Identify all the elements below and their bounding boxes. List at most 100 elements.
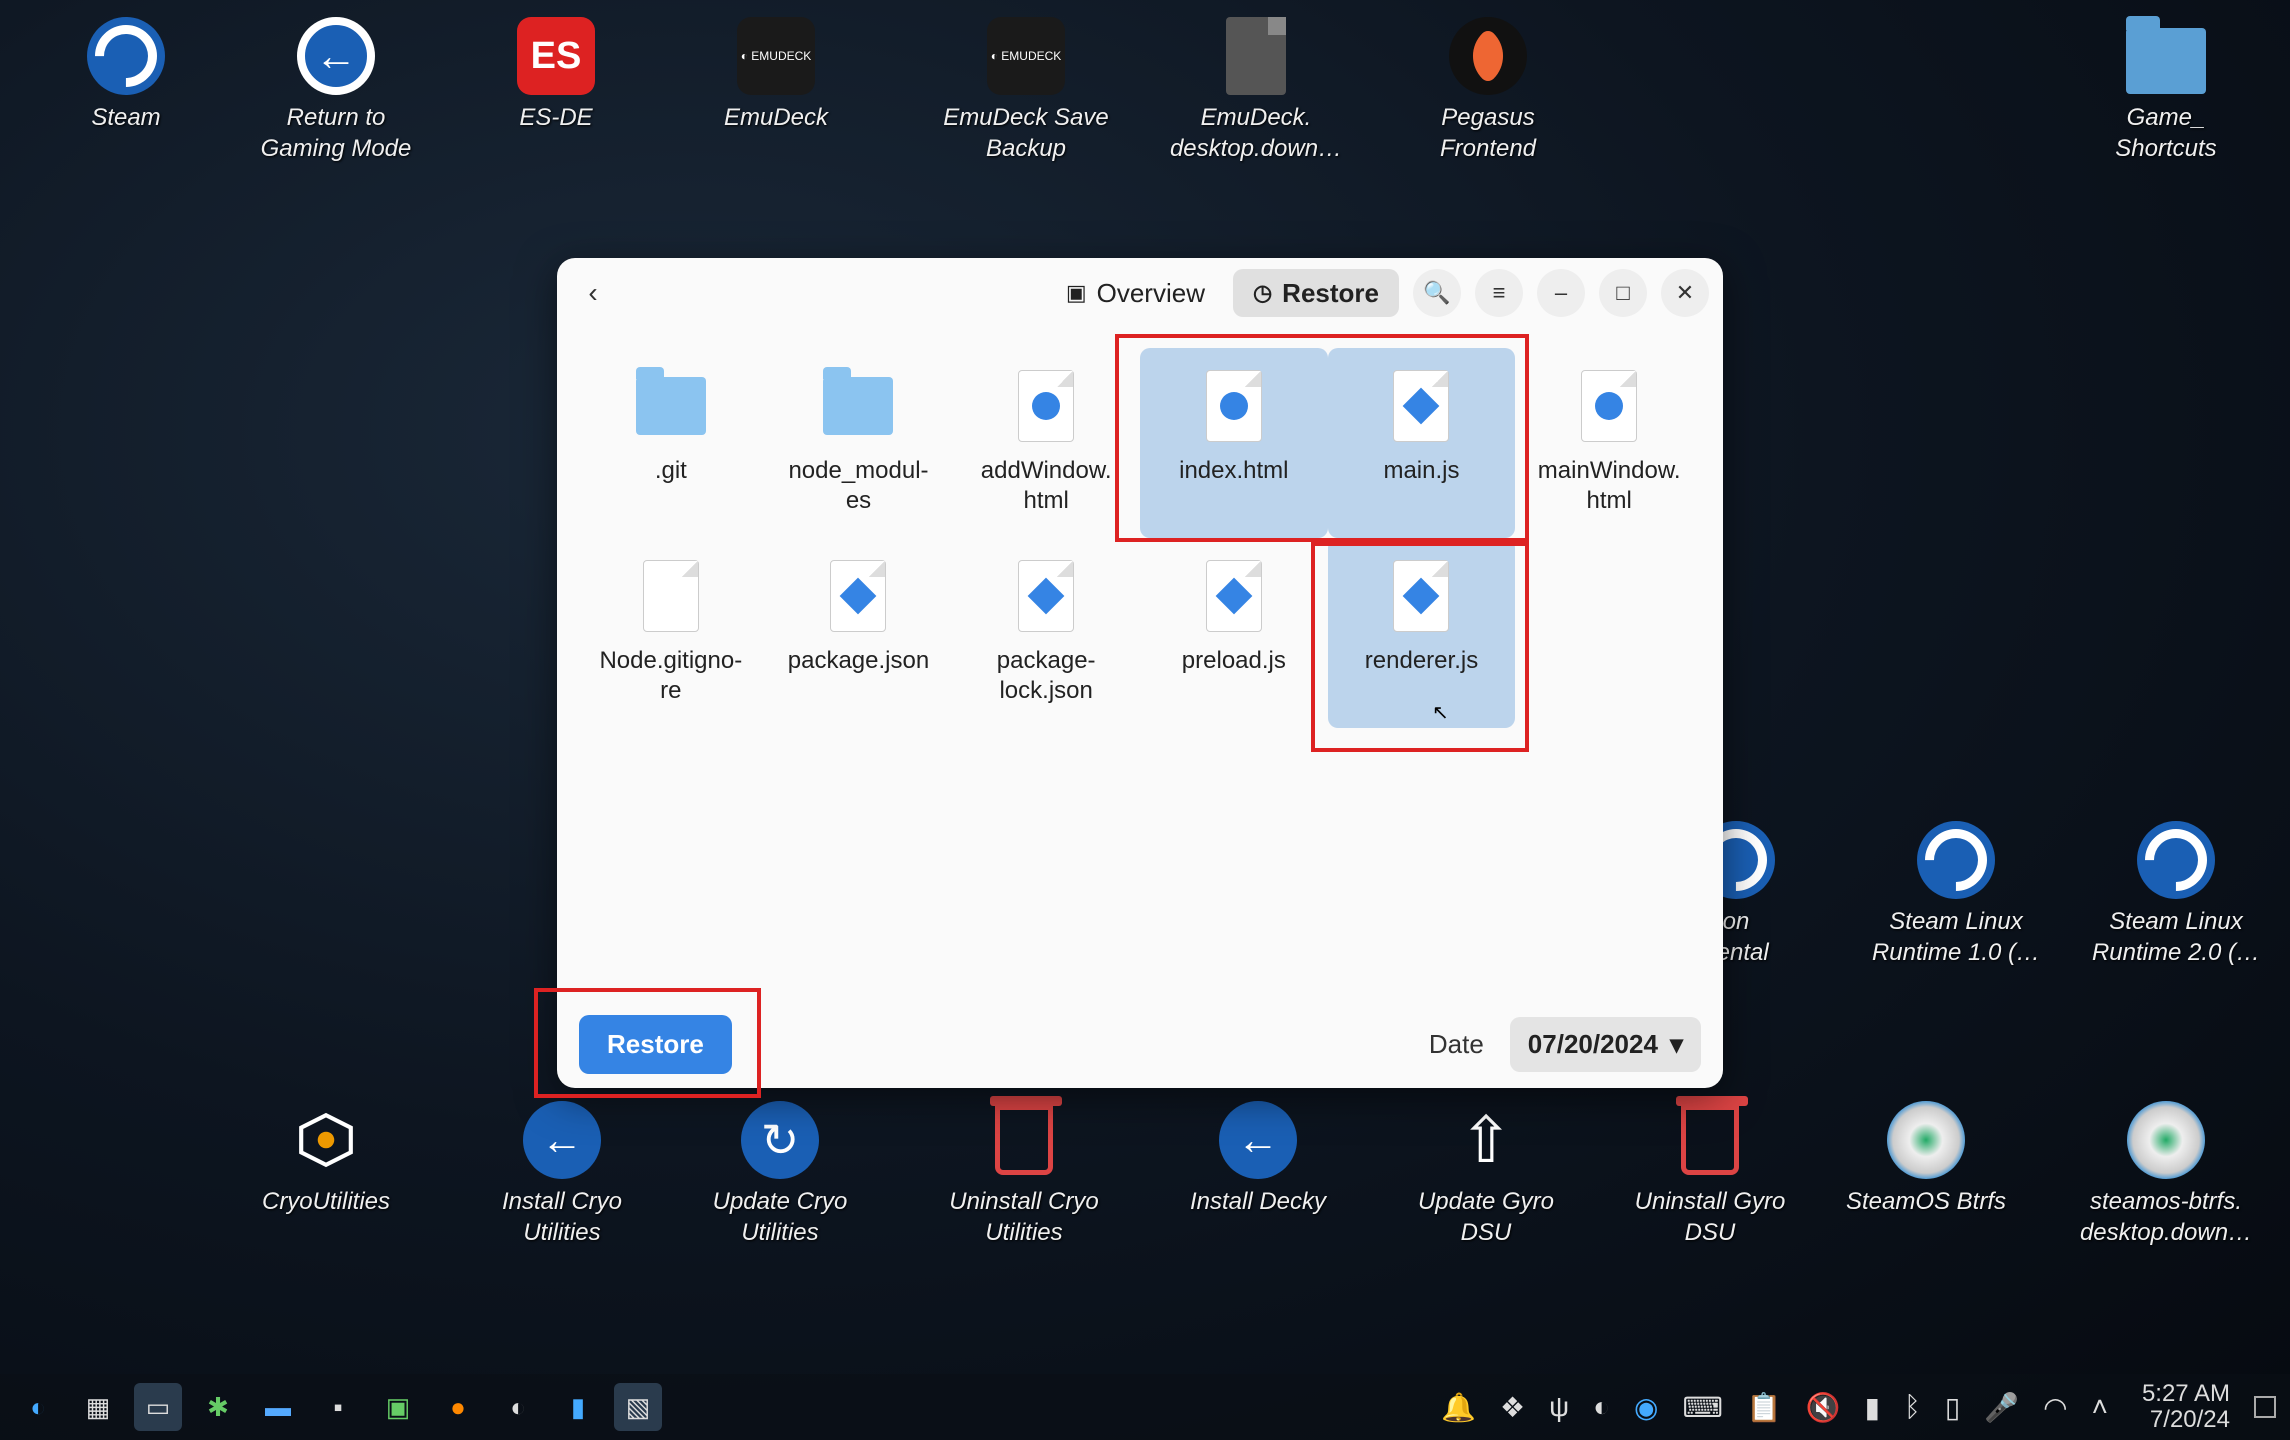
- file-preload-js[interactable]: preload.js: [1140, 538, 1328, 728]
- icon-game-shortcuts[interactable]: Game_ Shortcuts: [2066, 16, 2266, 164]
- tb-start[interactable]: ◐: [14, 1383, 62, 1431]
- dialog-header: ‹ ▣Overview ◷ Restore 🔍 ≡ – □ ✕: [557, 258, 1723, 328]
- tb-steam[interactable]: ◐: [494, 1383, 542, 1431]
- icon-return-gaming[interactable]: Return to Gaming Mode: [236, 16, 436, 164]
- battery-icon[interactable]: ▮: [1865, 1391, 1880, 1424]
- tb-app3[interactable]: ▮: [554, 1383, 602, 1431]
- volume-muted-icon[interactable]: 🔇: [1806, 1391, 1841, 1424]
- chevron-down-icon: ▾: [1670, 1029, 1683, 1060]
- restore-button[interactable]: Restore: [579, 1015, 732, 1074]
- file-git[interactable]: .git: [577, 348, 765, 538]
- restore-icon: ◷: [1253, 280, 1272, 306]
- overview-icon: ▣: [1066, 280, 1087, 306]
- icon-steamos-btrfs-down[interactable]: steamos-btrfs. desktop.down…: [2066, 1100, 2266, 1248]
- minimize-icon: –: [1555, 280, 1567, 306]
- dropbox-icon[interactable]: ❖: [1500, 1391, 1525, 1424]
- date-picker[interactable]: 07/20/2024▾: [1510, 1017, 1701, 1072]
- icon-es-de[interactable]: ESES-DE: [456, 16, 656, 133]
- clock-time: 5:27 AM: [2142, 1381, 2230, 1407]
- tb-firefox[interactable]: ●: [434, 1383, 482, 1431]
- steam-logo-icon: ◐: [30, 1392, 46, 1423]
- icon-uninstall-gyro[interactable]: Uninstall Gyro DSU: [1610, 1100, 1810, 1248]
- file-label: .git: [655, 456, 687, 486]
- terminal-icon: ▪: [333, 1392, 342, 1423]
- dialog-footer: Restore Date 07/20/2024▾: [557, 1000, 1723, 1088]
- icon-update-gyro[interactable]: ⇧Update Gyro DSU: [1386, 1100, 1586, 1248]
- update-icon[interactable]: ◉: [1634, 1391, 1658, 1424]
- clock-date: 7/20/24: [2142, 1407, 2230, 1433]
- icon-update-cryo[interactable]: Update Cryo Utilities: [680, 1100, 880, 1248]
- usb-icon[interactable]: ▯: [1945, 1391, 1960, 1424]
- bluetooth-icon[interactable]: ᛒ: [1904, 1391, 1921, 1423]
- tb-files[interactable]: ▬: [254, 1383, 302, 1431]
- steam-icon: ◐: [510, 1392, 526, 1423]
- file-label: addWindow. html: [981, 456, 1112, 516]
- tb-app2[interactable]: ✱: [194, 1383, 242, 1431]
- clock[interactable]: 5:27 AM 7/20/24: [2142, 1381, 2230, 1434]
- tb-terminal[interactable]: ▪: [314, 1383, 362, 1431]
- icon-label: Steam Linux Runtime 2.0 (…: [2092, 906, 2260, 968]
- icon-cryoutilities[interactable]: CryoUtilities: [226, 1100, 426, 1217]
- hamburger-icon: ≡: [1493, 280, 1506, 306]
- folder-icon: ▬: [265, 1392, 291, 1423]
- tab-overview[interactable]: ▣Overview: [1046, 269, 1225, 317]
- steam-tray-icon[interactable]: ◐: [1593, 1391, 1610, 1423]
- file-index-html[interactable]: index.html: [1140, 348, 1328, 538]
- keyboard-icon[interactable]: ⌨: [1682, 1391, 1722, 1424]
- app-icon: ✱: [207, 1392, 229, 1423]
- minimize-button[interactable]: –: [1537, 269, 1585, 317]
- tb-monitor[interactable]: ▣: [374, 1383, 422, 1431]
- tb-app1[interactable]: ▭: [134, 1383, 182, 1431]
- tab-restore[interactable]: ◷ Restore: [1233, 269, 1399, 317]
- file-package-json[interactable]: package.json: [765, 538, 953, 728]
- back-button[interactable]: ‹: [571, 271, 615, 315]
- file-package-lock[interactable]: package- lock.json: [952, 538, 1140, 728]
- search-button[interactable]: 🔍: [1413, 269, 1461, 317]
- tb-app4[interactable]: ▧: [614, 1383, 662, 1431]
- icon-label: Install Decky: [1190, 1186, 1326, 1217]
- notifications-icon[interactable]: 🔔: [1441, 1391, 1476, 1424]
- chevron-up-icon[interactable]: ˄: [2092, 1391, 2108, 1423]
- file-main-js[interactable]: main.js: [1328, 348, 1516, 538]
- file-mainwindow[interactable]: mainWindow. html: [1515, 348, 1703, 538]
- menu-button[interactable]: ≡: [1475, 269, 1523, 317]
- icon-label: Update Gyro DSU: [1418, 1186, 1554, 1248]
- file-grid: .git node_modul- es addWindow. html inde…: [577, 348, 1703, 728]
- icon-uninstall-cryo[interactable]: Uninstall Cryo Utilities: [924, 1100, 1124, 1248]
- wifi-icon[interactable]: ◠: [2043, 1391, 2067, 1424]
- file-label: renderer.js: [1365, 646, 1478, 676]
- icon-steamos-btrfs[interactable]: SteamOS Btrfs: [1826, 1100, 2026, 1217]
- icon-steam-linux-2[interactable]: Steam Linux Runtime 2.0 (…: [2076, 820, 2276, 968]
- icon-install-decky[interactable]: ←Install Decky: [1158, 1100, 1358, 1217]
- icon-label: Uninstall Gyro DSU: [1635, 1186, 1786, 1248]
- mic-icon[interactable]: 🎤: [1984, 1391, 2019, 1424]
- icon-label: Install Cryo Utilities: [502, 1186, 622, 1248]
- clipboard-icon[interactable]: 📋: [1747, 1391, 1782, 1424]
- restore-dialog: ‹ ▣Overview ◷ Restore 🔍 ≡ – □ ✕ .git node…: [557, 258, 1723, 1088]
- icon-label: EmuDeck. desktop.down…: [1170, 102, 1342, 164]
- icon-emudeck-save[interactable]: EmuDeck Save Backup: [926, 16, 1126, 164]
- maximize-button[interactable]: □: [1599, 269, 1647, 317]
- file-addwindow[interactable]: addWindow. html: [952, 348, 1140, 538]
- firefox-icon: ●: [450, 1392, 466, 1423]
- monitor-icon: ▣: [386, 1392, 411, 1423]
- icon-label: SteamOS Btrfs: [1846, 1186, 2006, 1217]
- flame-icon[interactable]: ψ: [1549, 1391, 1569, 1423]
- icon-steam-linux-1[interactable]: Steam Linux Runtime 1.0 (…: [1856, 820, 2056, 968]
- icon-label: Uninstall Cryo Utilities: [949, 1186, 1098, 1248]
- icon-label: ES-DE: [519, 102, 592, 133]
- file-gitignore[interactable]: Node.gitigno- re: [577, 538, 765, 728]
- icon-label: Update Cryo Utilities: [713, 1186, 848, 1248]
- close-button[interactable]: ✕: [1661, 269, 1709, 317]
- tb-taskview[interactable]: ▦: [74, 1383, 122, 1431]
- icon-label: EmuDeck Save Backup: [943, 102, 1108, 164]
- icon-emudeck[interactable]: EmuDeck: [676, 16, 876, 133]
- file-renderer-js[interactable]: renderer.js: [1328, 538, 1516, 728]
- icon-steam[interactable]: Steam: [26, 16, 226, 133]
- icon-pegasus[interactable]: Pegasus Frontend: [1388, 16, 1588, 164]
- icon-install-cryo[interactable]: ←Install Cryo Utilities: [462, 1100, 662, 1248]
- file-node-modules[interactable]: node_modul- es: [765, 348, 953, 538]
- icon-emudeck-down[interactable]: EmuDeck. desktop.down…: [1156, 16, 1356, 164]
- show-desktop[interactable]: [2254, 1396, 2276, 1418]
- tab-label: Restore: [1282, 278, 1379, 309]
